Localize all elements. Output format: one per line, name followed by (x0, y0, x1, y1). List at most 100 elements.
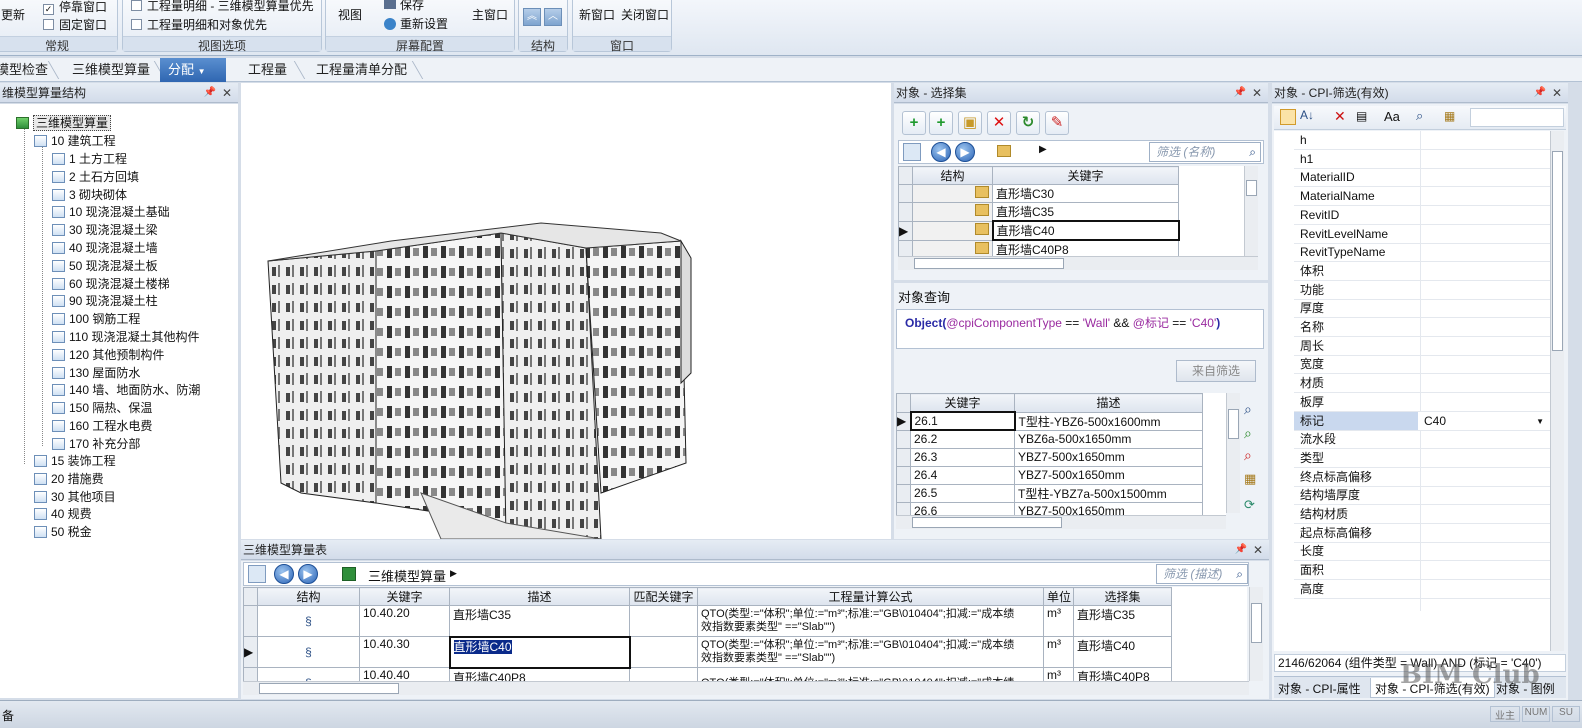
option-qty-3d-first[interactable]: 工程量明细 - 三维模型算量优先 (131, 0, 314, 14)
keyword-cell[interactable]: 直形墙C35 (992, 202, 1179, 222)
structure-icon[interactable] (248, 565, 266, 583)
pin-icon[interactable]: 📌 (1234, 83, 1246, 103)
formula-cell[interactable]: QTO(类型:="体积";单位:="m³";标准:="GB\010404";扣减… (697, 636, 1044, 668)
categorized-icon[interactable] (1280, 109, 1296, 125)
option-qty-object-first[interactable]: 工程量明细和对象优先 (131, 16, 267, 33)
description-cell[interactable]: 直形墙C40 (448, 635, 631, 669)
qty-col-header[interactable]: 匹配关键字 (629, 587, 698, 606)
forward-icon[interactable]: ▶ (955, 142, 975, 162)
row-header[interactable] (896, 447, 911, 467)
table-row[interactable]: 直形墙C30 (898, 184, 1179, 203)
query-hscroll[interactable] (896, 515, 1226, 529)
add-child-icon[interactable]: + (929, 111, 953, 135)
keyword-cell[interactable]: 直形墙C30 (992, 184, 1179, 203)
property-row[interactable]: 面积 (1294, 561, 1550, 581)
sync-icon[interactable]: ⟳ (1244, 497, 1255, 513)
keyword-cell[interactable]: 26.3 (910, 447, 1015, 467)
tree-node-child[interactable]: 10 现浇混凝土基础 (52, 203, 170, 221)
tree-node-child[interactable]: 160 工程水电费 (52, 417, 152, 435)
query-vscroll[interactable] (1226, 393, 1240, 513)
qty-col-header[interactable]: 描述 (449, 587, 630, 606)
edit-icon[interactable]: ✎ (1045, 111, 1069, 135)
property-row[interactable]: 流水段 (1294, 430, 1550, 450)
from-filter-button[interactable]: 来自筛选 (1176, 360, 1256, 382)
delete-icon[interactable]: ✕ (987, 111, 1011, 135)
qty-col-header[interactable]: 工程量计算公式 (697, 587, 1044, 606)
selection-set-cell[interactable]: 直形墙C40 (1073, 636, 1172, 668)
pin-icon[interactable]: 📌 (1534, 83, 1546, 103)
new-window-button[interactable]: 新窗口 (579, 6, 615, 23)
qty-col-header[interactable]: 关键字 (359, 587, 450, 606)
selection-vscroll[interactable] (1244, 166, 1258, 256)
row-header[interactable]: ▶ (896, 411, 911, 431)
crumb-assign[interactable]: 分配 ▼ (160, 58, 226, 82)
table-row[interactable]: 26.2 YBZ6a-500x1650mm (896, 429, 1203, 449)
tree-node-child[interactable]: 120 其他预制构件 (52, 346, 164, 364)
chevron-down-icon[interactable]: ▼ (1536, 412, 1544, 431)
table-row[interactable]: 26.3 YBZ7-500x1650mm (896, 447, 1203, 467)
row-header[interactable] (243, 605, 258, 637)
property-row[interactable]: RevitID (1294, 206, 1550, 225)
property-row[interactable]: 厚度 (1294, 299, 1550, 319)
qty-filter-input[interactable]: 筛选 (描述) ⌕ (1156, 564, 1248, 584)
property-value[interactable]: C40 (1424, 412, 1446, 431)
selection-set-cell[interactable]: 直形墙C35 (1073, 605, 1172, 637)
keyword-cell[interactable]: 直形墙C40 (991, 220, 1180, 241)
properties-icon[interactable]: ▤ (1356, 109, 1367, 123)
property-row[interactable]: h (1294, 131, 1550, 150)
col-keyword[interactable]: 关键字 (992, 166, 1179, 185)
match-keyword-cell[interactable] (629, 605, 698, 637)
keyword-cell[interactable]: 10.40.40 (359, 667, 450, 681)
back-icon[interactable]: ◀ (931, 142, 951, 162)
tree-node-child[interactable]: 40 现浇混凝土墙 (52, 239, 158, 257)
row-header[interactable] (896, 501, 911, 515)
property-row[interactable]: 板厚 (1294, 393, 1550, 412)
property-row[interactable]: 名称 (1294, 318, 1550, 337)
props-vscroll[interactable] (1550, 131, 1564, 651)
property-row[interactable]: MaterialName (1294, 187, 1550, 207)
folder-add-icon[interactable]: ▣ (958, 111, 982, 135)
property-row[interactable]: 结构材质 (1294, 505, 1550, 524)
pin-icon[interactable]: 📌 (204, 83, 216, 103)
update-button[interactable]: 更新 (1, 6, 25, 23)
collapse-up-icon[interactable]: ︽ (523, 8, 541, 26)
tree-root[interactable]: 三维模型算量 (16, 114, 112, 132)
property-row[interactable]: 功能 (1294, 281, 1550, 300)
tree-node-child[interactable]: 110 现浇混凝土其他构件 (52, 328, 199, 346)
table-row[interactable]: 26.5 T型柱-YBZ7a-500x1500mm (896, 483, 1203, 503)
tree-node-other[interactable]: 50 税金 (34, 523, 92, 541)
tree-node-child[interactable]: 170 补充分部 (52, 435, 140, 453)
table-row[interactable]: 直形墙C35 (898, 202, 1179, 222)
keyword-cell[interactable]: 26.6 (910, 501, 1015, 515)
qty-breadcrumb[interactable]: 三维模型算量 (368, 566, 446, 585)
table-row[interactable]: ▶ § 10.40.30 直形墙C40 QTO(类型:="体积";单位:="m³";标准… (243, 635, 1172, 669)
keyword-cell[interactable]: 26.2 (910, 429, 1015, 449)
property-row[interactable]: 类型 (1294, 449, 1550, 468)
close-icon[interactable]: ✕ (1253, 540, 1263, 560)
tree-node-child[interactable]: 1 土方工程 (52, 150, 127, 168)
expand-up-icon[interactable]: ︿ (544, 8, 562, 26)
property-row[interactable]: RevitLevelName (1294, 225, 1550, 244)
close-window-button[interactable]: 关闭窗口 (621, 6, 669, 23)
keyword-cell[interactable]: 10.40.30 (359, 636, 450, 668)
props-search-input[interactable] (1470, 108, 1564, 127)
property-row[interactable]: 宽度 (1294, 355, 1550, 375)
row-header[interactable]: ▶ (243, 636, 258, 668)
forward-icon[interactable]: ▶ (298, 564, 318, 584)
tree-node-child[interactable]: 150 隔热、保温 (52, 399, 152, 417)
fix-window-checkbox[interactable]: 固定窗口 (43, 16, 107, 33)
close-icon[interactable]: ✕ (1252, 83, 1262, 103)
match-keyword-cell[interactable] (629, 667, 698, 681)
property-row[interactable]: 材质 (1294, 374, 1550, 394)
match-keyword-cell[interactable] (629, 636, 698, 668)
description-cell[interactable]: 直形墙C35 (449, 605, 630, 637)
selection-filter-input[interactable]: 筛选 (名称) ⌕ (1149, 142, 1261, 162)
table-row[interactable]: ▶ 直形墙C40 (898, 220, 1180, 241)
structure-icon[interactable] (903, 143, 921, 161)
tree-node-other[interactable]: 40 规费 (34, 505, 92, 523)
property-row[interactable]: 标记 C40 ▼ (1294, 411, 1550, 431)
sort-az-icon[interactable]: A↓ (1300, 108, 1314, 122)
font-aa-button[interactable]: Aa (1384, 109, 1400, 124)
objects-icon[interactable]: ▦ (1444, 109, 1455, 123)
selection-hscroll[interactable] (898, 256, 1258, 270)
